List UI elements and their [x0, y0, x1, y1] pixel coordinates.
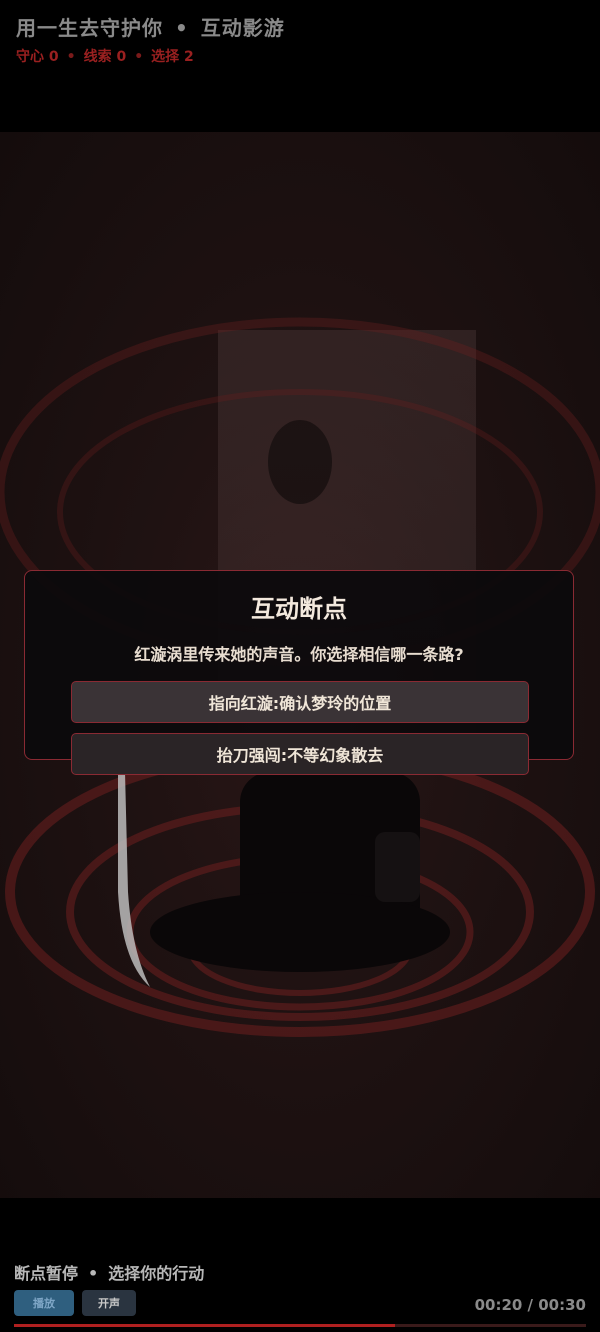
- status-separator: •: [88, 1264, 99, 1283]
- choice-button-2[interactable]: 抬刀强闯:不等幻象散去: [71, 733, 529, 775]
- dialog-prompt: 红漩涡里传来她的声音。你选择相信哪一条路?: [134, 645, 464, 664]
- stat-heart: 守心 0: [16, 49, 59, 65]
- player-controls: 断点暂停 • 选择你的行动 播放 开声 00:20 / 00:30: [0, 1198, 600, 1332]
- play-button[interactable]: 播放: [14, 1290, 74, 1316]
- game-title: 用一生去守护你: [16, 16, 163, 40]
- progress-fill: [14, 1324, 396, 1327]
- progress-bar[interactable]: [14, 1324, 586, 1327]
- choice-button-1[interactable]: 指向红漩:确认梦玲的位置: [71, 681, 529, 723]
- choice-dialog: 互动断点 红漩涡里传来她的声音。你选择相信哪一条路? 指向红漩:确认梦玲的位置 …: [24, 570, 574, 775]
- stats-bar: 守心 0 • 线索 0 • 选择 2: [16, 46, 194, 66]
- status-hint: 选择你的行动: [108, 1264, 205, 1283]
- sound-button[interactable]: 开声: [82, 1290, 136, 1316]
- stat-choices: 选择 2: [151, 49, 194, 65]
- header-bar: 用一生去守护你 • 互动影游 守心 0 • 线索 0 • 选择 2: [0, 0, 600, 132]
- stat-clues: 线索 0: [83, 49, 127, 65]
- time-display: 00:20 / 00:30: [474, 1296, 586, 1314]
- stat-separator: •: [66, 49, 76, 65]
- dialog-title: 互动断点: [251, 595, 347, 623]
- title-separator: •: [175, 16, 189, 40]
- mode-label: 互动影游: [200, 16, 285, 40]
- status-line: 断点暂停 • 选择你的行动: [14, 1260, 204, 1284]
- stat-separator: •: [134, 49, 144, 65]
- status-label: 断点暂停: [14, 1264, 79, 1283]
- page-title: 用一生去守护你 • 互动影游: [16, 12, 285, 41]
